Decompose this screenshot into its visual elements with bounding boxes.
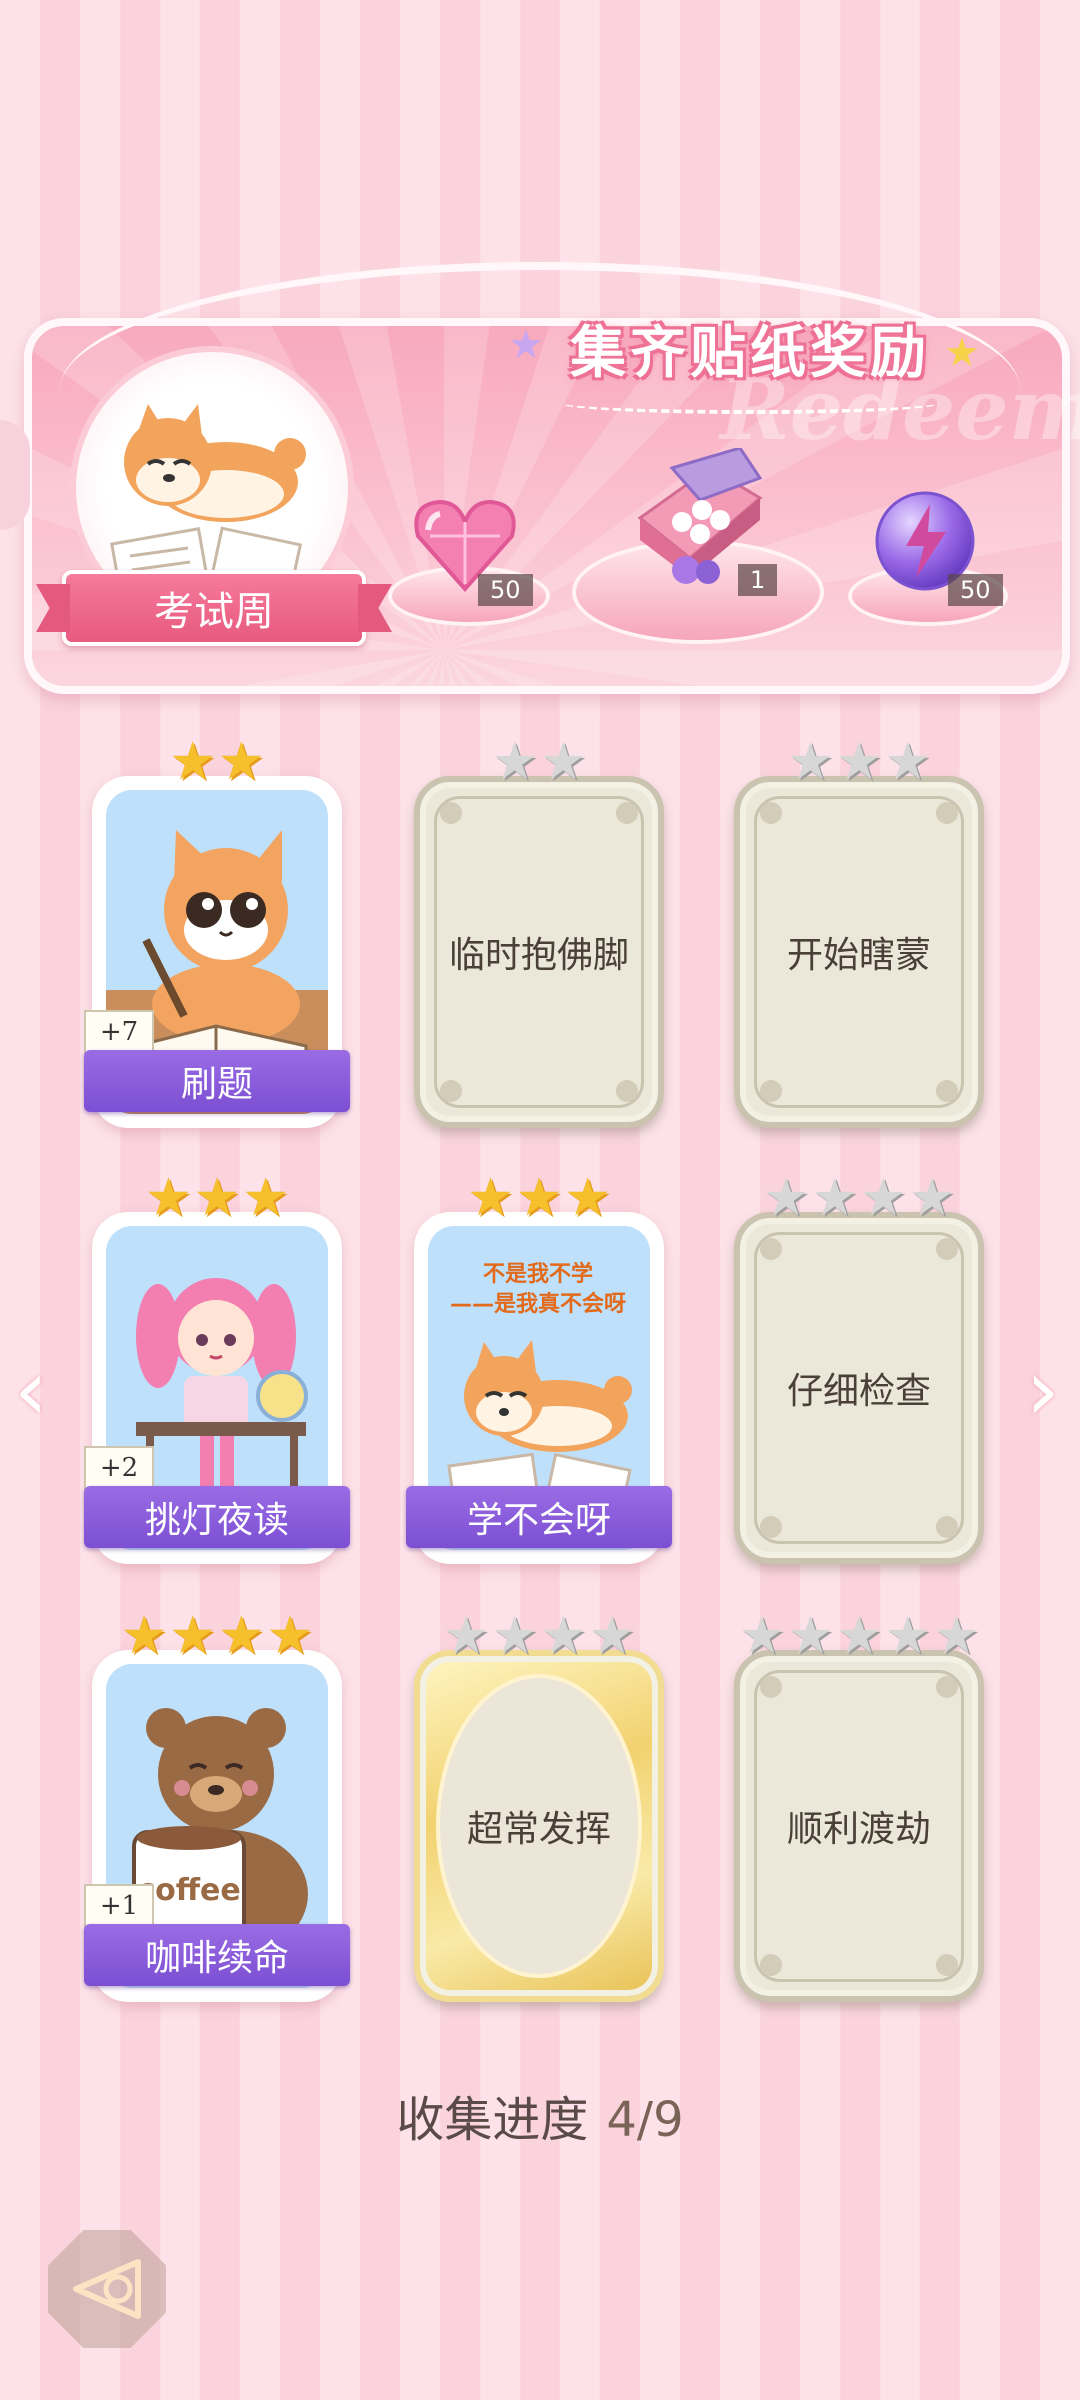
star-filled-icon: ★ bbox=[467, 1168, 514, 1228]
prev-page-chevron-icon[interactable]: ‹ bbox=[14, 1348, 54, 1432]
progress-value: 4/9 bbox=[606, 2092, 684, 2148]
theme-label: 考试周 bbox=[154, 589, 274, 635]
sticker-card[interactable]: 不是我不学 ——是我真不会呀 ★ ★ ★ 学不会呀 bbox=[406, 1172, 672, 1564]
card-label: 挑灯夜读 bbox=[84, 1486, 350, 1548]
back-arrow-icon bbox=[73, 2259, 141, 2319]
card-label: 仔细检查 bbox=[786, 1371, 931, 1412]
star-deco-icon: ★ bbox=[508, 322, 544, 368]
card-label: 咖啡续命 bbox=[84, 1924, 350, 1986]
back-button[interactable] bbox=[48, 2230, 166, 2348]
card-stars: ★ ★ ★ bbox=[414, 1172, 664, 1224]
card-label: 学不会呀 bbox=[406, 1486, 672, 1548]
card-label: 开始瞎蒙 bbox=[786, 935, 931, 976]
card-label: 临时抱佛脚 bbox=[448, 935, 629, 976]
star-filled-icon: ★ bbox=[193, 1168, 241, 1228]
star-filled-icon: ★ bbox=[564, 1168, 611, 1228]
sticker-card[interactable]: ★ ★ ★ ★ 仔细检查 bbox=[734, 1172, 984, 1564]
star-filled-icon: ★ bbox=[266, 1606, 314, 1666]
card-stars: ★ ★ bbox=[92, 736, 342, 788]
collection-progress: 收集进度 4/9 bbox=[0, 2080, 1080, 2150]
reward-count: 50 bbox=[478, 574, 533, 606]
card-label: 刷题 bbox=[84, 1050, 350, 1112]
bonus-badge: +7 bbox=[84, 1010, 154, 1054]
theme-ribbon: 考试周 bbox=[62, 570, 366, 646]
star-filled-icon: ★ bbox=[515, 1168, 563, 1228]
sticker-card[interactable]: ★ ★ +7 刷题 bbox=[84, 736, 350, 1128]
sticker-card[interactable]: ★ ★ ★ ★ ★ 顺利渡劫 bbox=[734, 1610, 984, 2002]
reward-count: 1 bbox=[738, 564, 778, 596]
card-label: 顺利渡劫 bbox=[786, 1809, 931, 1850]
sticker-card[interactable]: coffee ★ ★ ★ ★ +1 咖啡续命 bbox=[84, 1610, 350, 2002]
reward-count: 50 bbox=[948, 574, 1003, 606]
side-tab[interactable] bbox=[0, 420, 30, 530]
sticker-card[interactable]: ★ ★ 临时抱佛脚 bbox=[414, 736, 664, 1128]
star-filled-icon: ★ bbox=[169, 732, 216, 792]
banner-title: 集齐贴纸奖励 bbox=[570, 320, 930, 386]
star-deco-icon: ★ bbox=[944, 330, 980, 376]
next-page-chevron-icon[interactable]: › bbox=[1026, 1348, 1066, 1432]
progress-label: 收集进度 bbox=[396, 2092, 589, 2148]
star-filled-icon: ★ bbox=[218, 1606, 265, 1666]
star-filled-icon: ★ bbox=[169, 1606, 216, 1666]
title-underline bbox=[560, 392, 940, 414]
sticker-card[interactable]: ★ ★ ★ 开始瞎蒙 bbox=[734, 736, 984, 1128]
card-label: 超常发挥 bbox=[466, 1809, 611, 1850]
star-filled-icon: ★ bbox=[242, 1168, 289, 1228]
sticker-card[interactable]: ★ ★ ★ ★ 超常发挥 bbox=[414, 1610, 664, 2002]
bonus-badge: +2 bbox=[84, 1446, 154, 1490]
card-stars: ★ ★ ★ ★ bbox=[92, 1610, 342, 1662]
bonus-badge: +1 bbox=[84, 1884, 154, 1928]
star-filled-icon: ★ bbox=[145, 1168, 192, 1228]
star-filled-icon: ★ bbox=[120, 1606, 168, 1666]
sticker-card[interactable]: ★ ★ ★ +2 挑灯夜读 bbox=[84, 1172, 350, 1564]
card-stars: ★ ★ ★ bbox=[92, 1172, 342, 1224]
star-filled-icon: ★ bbox=[218, 732, 265, 792]
